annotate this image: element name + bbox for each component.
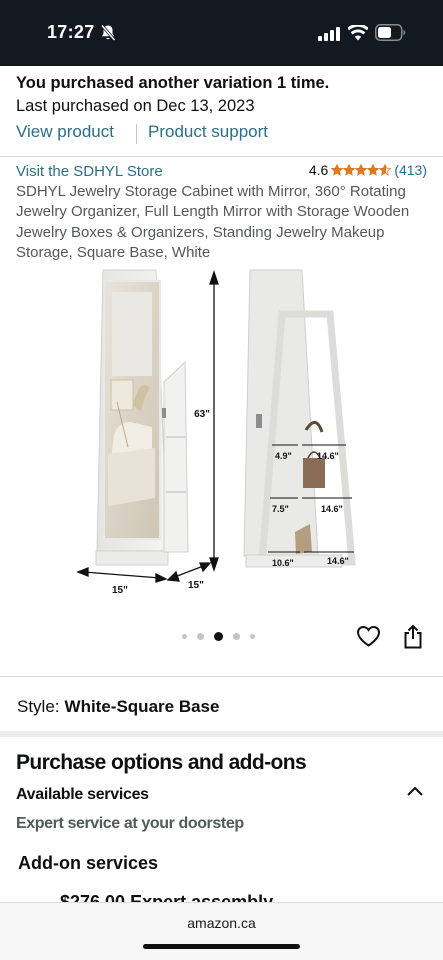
carousel-dot[interactable] bbox=[250, 634, 255, 639]
star-rating bbox=[331, 164, 392, 176]
style-selector[interactable]: Style: White-Square Base bbox=[17, 697, 219, 717]
star-icon bbox=[355, 164, 368, 176]
cabinet-side-view bbox=[243, 269, 356, 568]
style-value: White-Square Base bbox=[64, 697, 220, 716]
chevron-up-icon[interactable] bbox=[406, 785, 424, 797]
product-support-link[interactable]: Product support bbox=[148, 122, 268, 142]
dim-shelf3-depth: 10.6" bbox=[272, 558, 294, 568]
home-indicator[interactable] bbox=[143, 944, 300, 949]
status-time: 17:27 bbox=[47, 22, 95, 42]
bell-slash-icon bbox=[100, 24, 116, 41]
url-text[interactable]: amazon.ca bbox=[0, 915, 443, 931]
dim-depth-label: 15" bbox=[188, 580, 204, 591]
carousel-dot[interactable] bbox=[233, 633, 240, 640]
dim-shelf1-width: 14.6" bbox=[317, 451, 339, 461]
addon-services-label: Add-on services bbox=[18, 853, 159, 873]
star-icon bbox=[367, 164, 380, 176]
purchase-options-heading: Purchase options and add-ons bbox=[16, 751, 307, 774]
available-services-label[interactable]: Available services bbox=[16, 786, 149, 804]
view-product-link[interactable]: View product bbox=[16, 122, 114, 142]
dim-shelf3-width: 14.6" bbox=[327, 556, 349, 566]
product-image[interactable]: 63" 15" 15" 4.9" 14.6" 7.5" 14.6" 10.6" … bbox=[0, 262, 443, 602]
divider bbox=[0, 156, 443, 157]
carousel-dot[interactable] bbox=[197, 633, 204, 640]
style-label: Style: bbox=[17, 697, 60, 716]
link-divider bbox=[136, 124, 137, 144]
dim-height-label: 63" bbox=[194, 409, 210, 420]
star-icon bbox=[331, 164, 344, 176]
carousel-dot-active[interactable] bbox=[214, 632, 223, 641]
rating-value: 4.6 bbox=[308, 162, 329, 178]
rating-summary[interactable]: 4.6 (413) bbox=[309, 162, 427, 178]
carousel-dot[interactable] bbox=[182, 634, 187, 639]
purchase-notice: You purchased another variation 1 time. … bbox=[16, 72, 436, 117]
store-link[interactable]: Visit the SDHYL Store bbox=[16, 163, 163, 180]
browser-address-bar[interactable]: amazon.ca bbox=[0, 902, 443, 960]
section-divider bbox=[0, 731, 443, 737]
purchase-count-text: You purchased another variation 1 time. bbox=[16, 74, 330, 92]
last-purchased-text: Last purchased on Dec 13, 2023 bbox=[16, 97, 255, 115]
image-carousel-dots[interactable] bbox=[182, 632, 265, 641]
status-bar: 17:27 bbox=[0, 0, 443, 66]
cabinet-front-view bbox=[95, 269, 189, 566]
dim-shelf1-depth: 4.9" bbox=[275, 451, 292, 461]
rating-count: (413) bbox=[394, 162, 427, 178]
dim-shelf2-width: 14.6" bbox=[321, 504, 343, 514]
product-title: SDHYL Jewelry Storage Cabinet with Mirro… bbox=[16, 183, 410, 261]
star-icon bbox=[379, 164, 392, 176]
battery-icon bbox=[375, 24, 406, 41]
wifi-icon bbox=[348, 25, 368, 41]
expert-service-text: Expert service at your doorstep bbox=[16, 815, 244, 832]
dim-shelf2-depth: 7.5" bbox=[272, 504, 289, 514]
heart-icon[interactable] bbox=[356, 624, 381, 648]
dim-width-label: 15" bbox=[112, 585, 128, 596]
cellular-signal-icon bbox=[318, 27, 340, 41]
share-icon[interactable] bbox=[403, 624, 423, 649]
star-icon bbox=[343, 164, 356, 176]
divider bbox=[0, 676, 443, 677]
